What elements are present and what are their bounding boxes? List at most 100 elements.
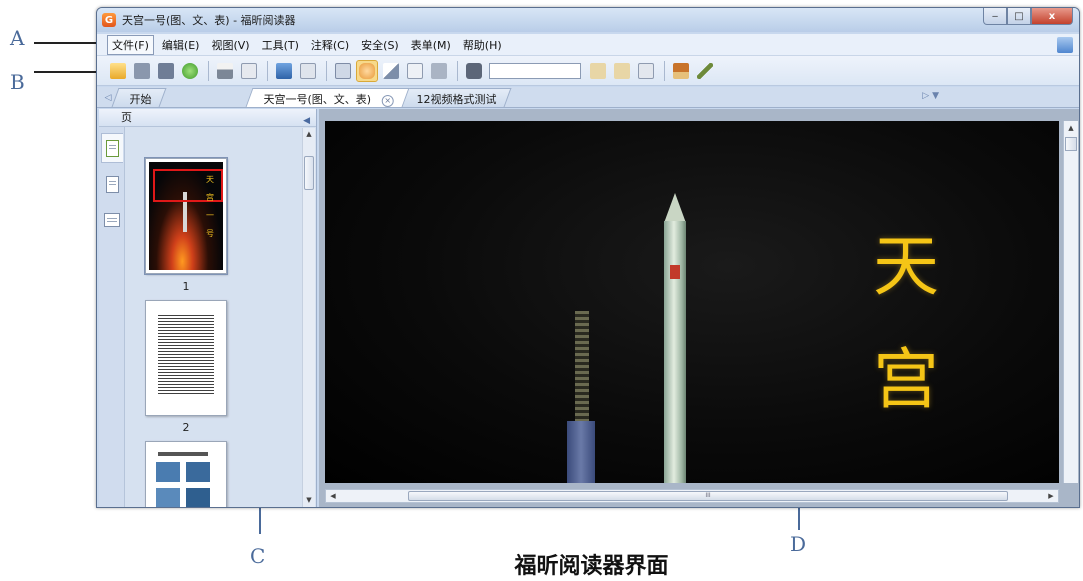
text-select-button[interactable]: [404, 60, 426, 82]
toolbar-separator: [267, 60, 268, 81]
minimize-button[interactable]: ‒: [983, 8, 1007, 25]
annotation-b: B: [10, 70, 25, 94]
print-button[interactable]: [214, 60, 236, 82]
thumbnail-title-char: 一: [206, 211, 214, 220]
tab-start[interactable]: 开始: [111, 88, 167, 107]
document-vertical-scrollbar[interactable]: ▲: [1063, 121, 1078, 483]
tab-tiangong[interactable]: 天宫一号(图、文、表) ×: [245, 88, 410, 107]
toolbar: [97, 56, 1079, 86]
pages-icon: [335, 62, 351, 79]
panel-side-tabs: [99, 127, 125, 507]
launch-tower-base: [567, 421, 595, 483]
menu-view[interactable]: 视图(V): [207, 36, 253, 54]
figure-caption: 福昕阅读器界面: [514, 553, 669, 579]
stamp-button[interactable]: [670, 60, 692, 82]
find-options-icon: [638, 62, 654, 79]
menu-file[interactable]: 文件(F): [107, 34, 154, 55]
scrollbar-thumb[interactable]: [1065, 137, 1077, 151]
tab-label: 开始: [129, 93, 152, 106]
toolbar-separator: [457, 60, 458, 81]
fullscreen-button[interactable]: [273, 60, 295, 82]
hand-tool-button[interactable]: [356, 59, 378, 82]
text-icon: [407, 62, 423, 79]
rocket-body: [664, 221, 686, 483]
page-thumbnail[interactable]: [145, 441, 227, 507]
save-as-button[interactable]: [155, 60, 177, 82]
zoom-icon: [300, 62, 316, 79]
tab-label: 天宫一号(图、文、表): [263, 93, 372, 106]
tab-video-test[interactable]: 12视频格式测试: [398, 88, 512, 107]
tab-close-icon[interactable]: ×: [381, 95, 394, 107]
find-button[interactable]: [463, 60, 485, 82]
email-button[interactable]: [238, 60, 260, 82]
search-input[interactable]: [489, 62, 581, 79]
pages-panel-tab[interactable]: [101, 133, 123, 163]
menu-tools[interactable]: 工具(T): [258, 36, 303, 54]
zoom-button[interactable]: [297, 60, 319, 82]
page-thumbnail[interactable]: 天 宫 一 号: [144, 157, 228, 275]
close-button[interactable]: x: [1031, 8, 1073, 25]
hand-icon: [359, 62, 375, 79]
layers-panel-tab[interactable]: [101, 205, 123, 235]
tab-list-icon[interactable]: ▷ ▼: [922, 91, 939, 101]
find-next-button[interactable]: [611, 60, 633, 82]
menu-help[interactable]: 帮助(H): [459, 36, 506, 54]
scrollbar-thumb[interactable]: [304, 156, 314, 190]
annotation-a: A: [10, 26, 25, 50]
document-tabs: ◁ 开始 天宫一号(图、文、表) × 12视频格式测试 ▷ ▼: [97, 87, 1079, 108]
monitor-icon: [276, 62, 292, 79]
thumbnail-rocket-image: 天 宫 一 号: [149, 162, 223, 270]
page-thumbnails-icon: [106, 139, 119, 157]
find-options-button[interactable]: [635, 60, 657, 82]
menu-form[interactable]: 表单(M): [407, 36, 455, 54]
thumbnail-photo: [186, 462, 210, 482]
app-logo-icon[interactable]: G: [102, 13, 116, 27]
page-title-char: 天: [873, 228, 939, 305]
save-button[interactable]: [131, 60, 153, 82]
document-horizontal-scrollbar[interactable]: ◀ III ▶: [325, 489, 1059, 503]
scroll-down-icon[interactable]: ▼: [303, 494, 315, 507]
document-page[interactable]: 天 宫: [325, 121, 1059, 483]
thumbnail-title-char: 宫: [206, 193, 214, 202]
panel-header: 页 ◀: [99, 109, 316, 127]
snapshot-button[interactable]: [428, 60, 450, 82]
sign-button[interactable]: [694, 60, 716, 82]
save-as-icon: [158, 62, 174, 79]
menu-comment[interactable]: 注释(C): [307, 36, 353, 54]
open-button[interactable]: [107, 60, 129, 82]
scroll-left-icon[interactable]: ◀: [326, 490, 340, 502]
upload-icon: [182, 62, 198, 79]
thumbnail-list: 天 宫 一 号 1 2: [126, 128, 302, 507]
scrollbar-thumb[interactable]: III: [408, 491, 1008, 501]
bookmarks-panel-tab[interactable]: [101, 169, 123, 199]
app-window: G 天宫一号(图、文、表) - 福昕阅读器 ‒ □ x 文件(F) 编辑(E) …: [96, 7, 1080, 508]
find-prev-icon: [590, 62, 606, 79]
panel-title: 页: [121, 111, 132, 124]
scroll-right-icon[interactable]: ▶: [1044, 490, 1058, 502]
scroll-up-icon[interactable]: ▲: [1064, 121, 1078, 135]
page-thumbnail[interactable]: [145, 300, 227, 416]
ribbon-toggle-icon[interactable]: [1057, 37, 1073, 53]
stamp-icon: [673, 62, 689, 79]
thumbnail-photo: [186, 488, 210, 507]
upload-button[interactable]: [179, 60, 201, 82]
document-view[interactable]: 天 宫 ▲ ◀ III ▶: [319, 109, 1079, 507]
page-title-char: 宫: [873, 341, 939, 418]
menu-bar: 文件(F) 编辑(E) 视图(V) 工具(T) 注释(C) 安全(S) 表单(M…: [97, 34, 1079, 56]
folder-icon: [110, 62, 126, 79]
menu-edit[interactable]: 编辑(E): [158, 36, 204, 54]
cursor-icon: [383, 62, 399, 79]
menu-security[interactable]: 安全(S): [357, 36, 403, 54]
maximize-button[interactable]: □: [1007, 8, 1031, 25]
scroll-up-icon[interactable]: ▲: [303, 128, 315, 141]
title-bar[interactable]: G 天宫一号(图、文、表) - 福昕阅读器 ‒ □ x: [97, 8, 1079, 32]
pages-button[interactable]: [332, 60, 354, 82]
rocket-nose: [664, 193, 686, 223]
select-tool-button[interactable]: [380, 60, 402, 82]
find-prev-button[interactable]: [587, 60, 609, 82]
thumbnail-title-char: 天: [206, 175, 214, 184]
thumbnail-scrollbar[interactable]: ▲ ▼: [302, 128, 315, 507]
thumbnail-page-number: 2: [182, 421, 190, 434]
toolbar-separator: [664, 60, 665, 81]
camera-icon: [431, 62, 447, 79]
